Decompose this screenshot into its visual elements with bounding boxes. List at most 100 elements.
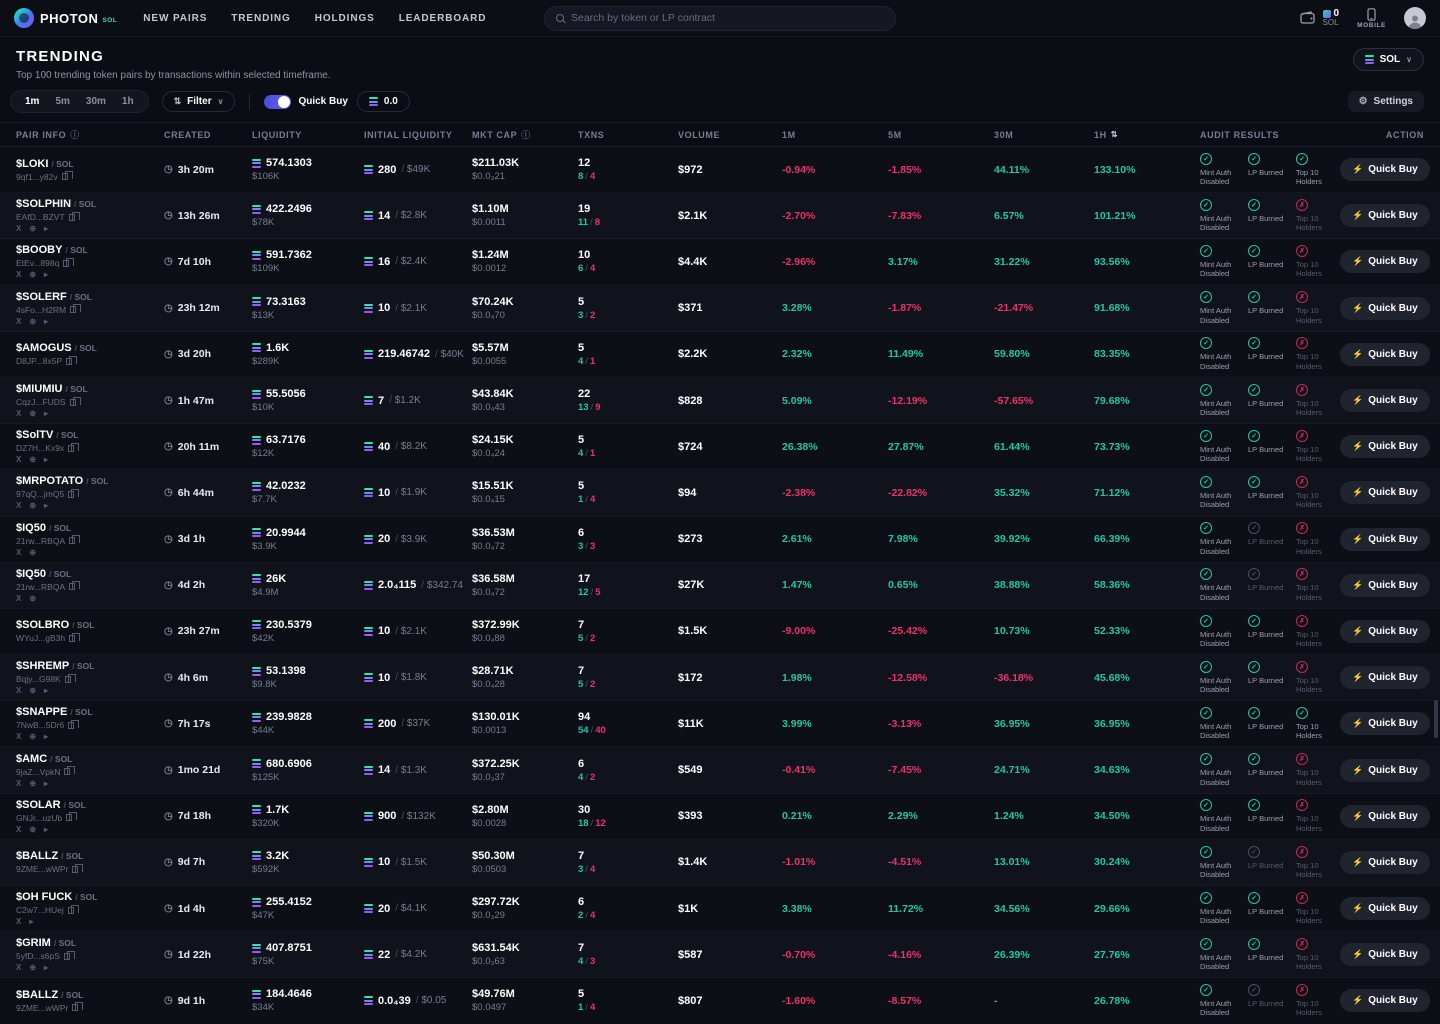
table-row[interactable]: $SOLBRO SOL WYuJ...gB3h ◷ 23h 27m 230.53… (0, 609, 1440, 655)
twitter-x-icon[interactable]: X (16, 687, 21, 695)
table-row[interactable]: $OH FUCK SOL C2w7...HUej X▸ ◷ 1d 4h 255.… (0, 886, 1440, 932)
telegram-icon[interactable]: ▸ (44, 733, 48, 741)
filter-button[interactable]: ⇅ Filter ∨ (162, 91, 236, 112)
twitter-x-icon[interactable]: X (16, 318, 21, 326)
table-row[interactable]: $BOOBY SOL EtEv...898q X⊕▸ ◷ 7d 10h 591.… (0, 239, 1440, 285)
twitter-x-icon[interactable]: X (16, 456, 21, 464)
telegram-icon[interactable]: ▸ (44, 456, 48, 464)
nav-item-trending[interactable]: TRENDING (231, 13, 290, 24)
brand-logo[interactable]: PHOTON SOL (14, 8, 117, 28)
twitter-x-icon[interactable]: X (16, 225, 21, 233)
nav-item-leaderboard[interactable]: LEADERBOARD (399, 13, 487, 24)
website-icon[interactable]: ⊕ (29, 826, 36, 834)
quick-buy-button[interactable]: ⚡ Quick Buy (1340, 759, 1430, 782)
telegram-icon[interactable]: ▸ (44, 225, 48, 233)
website-icon[interactable]: ⊕ (29, 549, 36, 557)
twitter-x-icon[interactable]: X (16, 918, 21, 926)
website-icon[interactable]: ⊕ (29, 456, 36, 464)
quick-buy-button[interactable]: ⚡ Quick Buy (1340, 343, 1430, 366)
col-volume[interactable]: VOLUME (678, 130, 782, 140)
twitter-x-icon[interactable]: X (16, 549, 21, 557)
copy-icon[interactable] (62, 173, 68, 180)
wallet-balance[interactable]: 0 SOL (1300, 8, 1340, 28)
table-row[interactable]: $MRPOTATO SOL 97qQ...jmQ5 X⊕▸ ◷ 6h 44m 4… (0, 470, 1440, 516)
table-row[interactable]: $IQ50 SOL 21rw...RBQA X⊕ ◷ 4d 2h 26K $4.… (0, 563, 1440, 609)
table-row[interactable]: $SHREMP SOL Bqjy...G98K X⊕▸ ◷ 4h 6m 53.1… (0, 655, 1440, 701)
quick-buy-button[interactable]: ⚡ Quick Buy (1340, 481, 1430, 504)
twitter-x-icon[interactable]: X (16, 780, 21, 788)
telegram-icon[interactable]: ▸ (44, 271, 48, 279)
quick-buy-button[interactable]: ⚡ Quick Buy (1340, 158, 1430, 181)
quick-buy-button[interactable]: ⚡ Quick Buy (1340, 574, 1430, 597)
copy-icon[interactable] (69, 635, 75, 642)
quick-buy-button[interactable]: ⚡ Quick Buy (1340, 620, 1430, 643)
website-icon[interactable]: ⊕ (29, 271, 36, 279)
quick-buy-button[interactable]: ⚡ Quick Buy (1340, 297, 1430, 320)
copy-icon[interactable] (63, 260, 69, 267)
quick-buy-button[interactable]: ⚡ Quick Buy (1340, 712, 1430, 735)
table-row[interactable]: $GRIM SOL 5yfD...s6pS X⊕▸ ◷ 1d 22h 407.8… (0, 932, 1440, 978)
search-input[interactable] (571, 12, 884, 24)
table-row[interactable]: $MIUMIU SOL CqzJ...FUDS X⊕▸ ◷ 1h 47m 55.… (0, 378, 1440, 424)
twitter-x-icon[interactable]: X (16, 826, 21, 834)
copy-icon[interactable] (64, 953, 70, 960)
quick-buy-button[interactable]: ⚡ Quick Buy (1340, 943, 1430, 966)
telegram-icon[interactable]: ▸ (44, 318, 48, 326)
copy-icon[interactable] (68, 722, 74, 729)
table-row[interactable]: $SOLAR SOL GNJr...uzUb X⊕▸ ◷ 7d 18h 1.7K… (0, 794, 1440, 840)
mobile-app-button[interactable]: MOBILE (1357, 8, 1386, 29)
table-row[interactable]: $IQ50 SOL 21rw...RBQA X⊕ ◷ 3d 1h 20.9944… (0, 517, 1440, 563)
col-initial-liquidity[interactable]: INITIAL LIQUIDITY (364, 130, 472, 140)
quick-buy-button[interactable]: ⚡ Quick Buy (1340, 897, 1430, 920)
timeframe-1m[interactable]: 1m (18, 93, 46, 110)
copy-icon[interactable] (69, 537, 75, 544)
copy-icon[interactable] (65, 676, 71, 683)
quick-buy-button[interactable]: ⚡ Quick Buy (1340, 435, 1430, 458)
telegram-icon[interactable]: ▸ (29, 918, 33, 926)
col-5m[interactable]: 5M (888, 130, 994, 140)
telegram-icon[interactable]: ▸ (44, 502, 48, 510)
website-icon[interactable]: ⊕ (29, 502, 36, 510)
website-icon[interactable]: ⊕ (29, 318, 36, 326)
telegram-icon[interactable]: ▸ (44, 826, 48, 834)
quick-buy-toggle[interactable] (264, 95, 291, 109)
chain-selector[interactable]: SOL ∨ (1353, 48, 1424, 71)
col-30m[interactable]: 30M (994, 130, 1094, 140)
quick-buy-button[interactable]: ⚡ Quick Buy (1340, 389, 1430, 412)
table-row[interactable]: $AMOGUS SOL D8JP...8x5P ◷ 3d 20h 1.6K $2… (0, 332, 1440, 378)
col-created[interactable]: CREATED (164, 130, 252, 140)
settings-button[interactable]: ⚙ Settings (1348, 91, 1424, 112)
table-row[interactable]: $SOLPHIN SOL EAfD...BZVT X⊕▸ ◷ 13h 26m 4… (0, 193, 1440, 239)
col-pair-info[interactable]: PAIR INFOⓘ (16, 128, 164, 141)
telegram-icon[interactable]: ▸ (44, 964, 48, 972)
telegram-icon[interactable]: ▸ (44, 410, 48, 418)
nav-item-holdings[interactable]: HOLDINGS (315, 13, 375, 24)
table-row[interactable]: $LOKI SOL 9qf1...y82v ◷ 3h 20m 574.1303 … (0, 147, 1440, 193)
timeframe-30m[interactable]: 30m (79, 93, 113, 110)
website-icon[interactable]: ⊕ (29, 964, 36, 972)
search-bar[interactable] (544, 6, 896, 31)
quick-buy-button[interactable]: ⚡ Quick Buy (1340, 528, 1430, 551)
website-icon[interactable]: ⊕ (29, 225, 36, 233)
copy-icon[interactable] (66, 358, 72, 365)
copy-icon[interactable] (70, 399, 76, 406)
quick-buy-button[interactable]: ⚡ Quick Buy (1340, 805, 1430, 828)
twitter-x-icon[interactable]: X (16, 410, 21, 418)
website-icon[interactable]: ⊕ (29, 410, 36, 418)
quick-buy-button[interactable]: ⚡ Quick Buy (1340, 204, 1430, 227)
table-row[interactable]: $BALLZ SOL 9ZME...wWPr ◷ 9d 7h 3.2K $592… (0, 840, 1440, 886)
quick-buy-button[interactable]: ⚡ Quick Buy (1340, 989, 1430, 1012)
copy-icon[interactable] (68, 491, 74, 498)
website-icon[interactable]: ⊕ (29, 595, 36, 603)
table-row[interactable]: $SolTV SOL DZ7H...Kx9x X⊕▸ ◷ 20h 11m 63.… (0, 424, 1440, 470)
quick-buy-button[interactable]: ⚡ Quick Buy (1340, 250, 1430, 273)
col-liquidity[interactable]: LIQUIDITY (252, 130, 364, 140)
copy-icon[interactable] (72, 866, 78, 873)
avatar[interactable] (1404, 7, 1426, 29)
copy-icon[interactable] (72, 1004, 78, 1011)
timeframe-5m[interactable]: 5m (48, 93, 76, 110)
website-icon[interactable]: ⊕ (29, 687, 36, 695)
copy-icon[interactable] (68, 445, 74, 452)
twitter-x-icon[interactable]: X (16, 733, 21, 741)
timeframe-1h[interactable]: 1h (115, 93, 141, 110)
